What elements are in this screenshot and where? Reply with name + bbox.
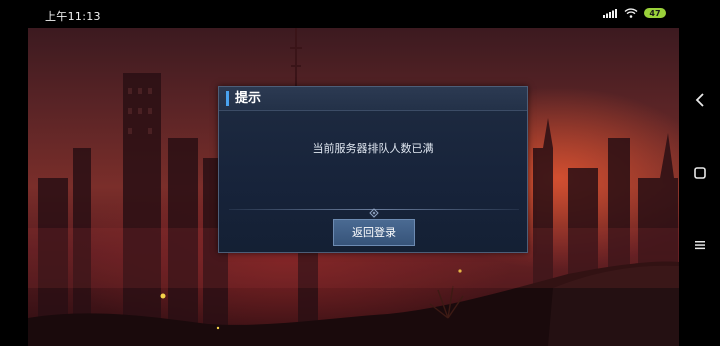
dialog-title: 提示 — [235, 91, 262, 106]
return-to-login-button[interactable]: 返回登录 — [333, 219, 415, 246]
phone-screen: 上午11:13 47 提示 当前服务器排队人数已满 返回登录 — [0, 0, 720, 346]
dialog-message: 当前服务器排队人数已满 — [312, 142, 434, 155]
title-accent-bar — [226, 91, 229, 106]
dialog-header: 提示 — [219, 87, 527, 111]
back-button[interactable] — [679, 86, 720, 116]
diamond-ornament-icon — [369, 203, 379, 218]
signal-icon — [603, 8, 618, 18]
status-bar: 上午11:13 47 — [0, 0, 720, 28]
menu-icon — [694, 235, 706, 254]
navigation-bar — [679, 0, 720, 346]
notice-dialog: 提示 当前服务器排队人数已满 返回登录 — [218, 86, 528, 253]
back-chevron-icon — [695, 92, 705, 111]
status-icons-group: 47 — [603, 8, 666, 18]
clock-time: 上午11:13 — [45, 10, 101, 23]
home-button[interactable] — [679, 158, 720, 188]
battery-icon: 47 — [644, 8, 666, 18]
recent-apps-button[interactable] — [679, 229, 720, 259]
wifi-icon — [624, 8, 638, 18]
home-square-icon — [693, 164, 706, 183]
